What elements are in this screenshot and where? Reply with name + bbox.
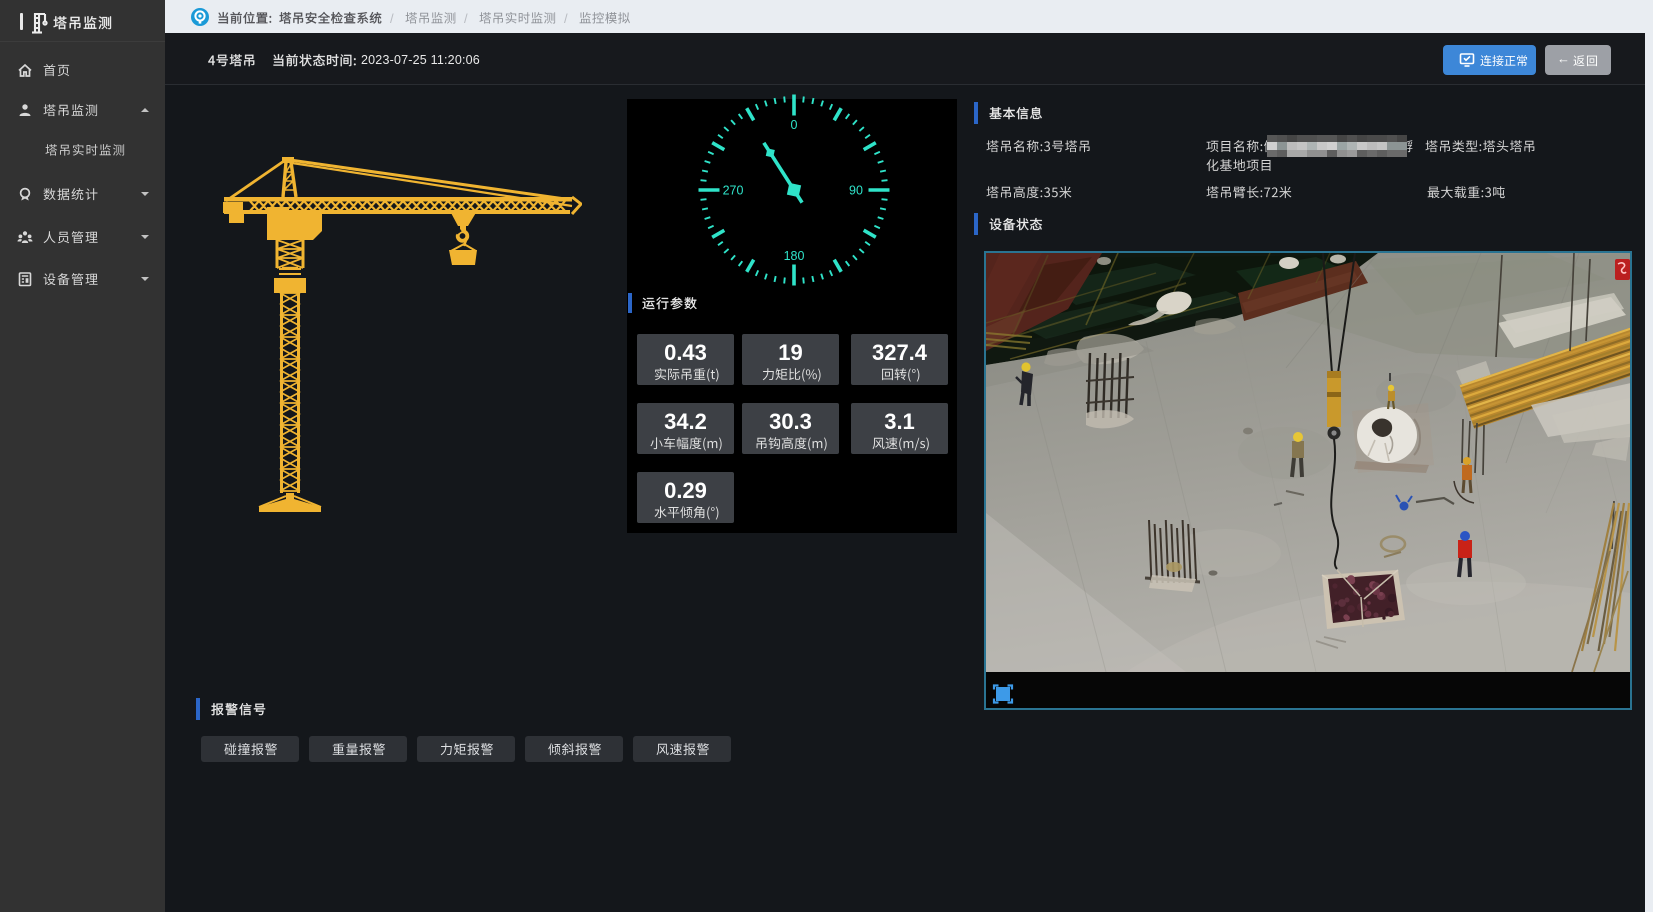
svg-text:90: 90 (849, 184, 863, 198)
svg-text:270: 270 (723, 184, 744, 198)
svg-text:180: 180 (784, 249, 805, 263)
svg-text:0: 0 (791, 118, 798, 132)
